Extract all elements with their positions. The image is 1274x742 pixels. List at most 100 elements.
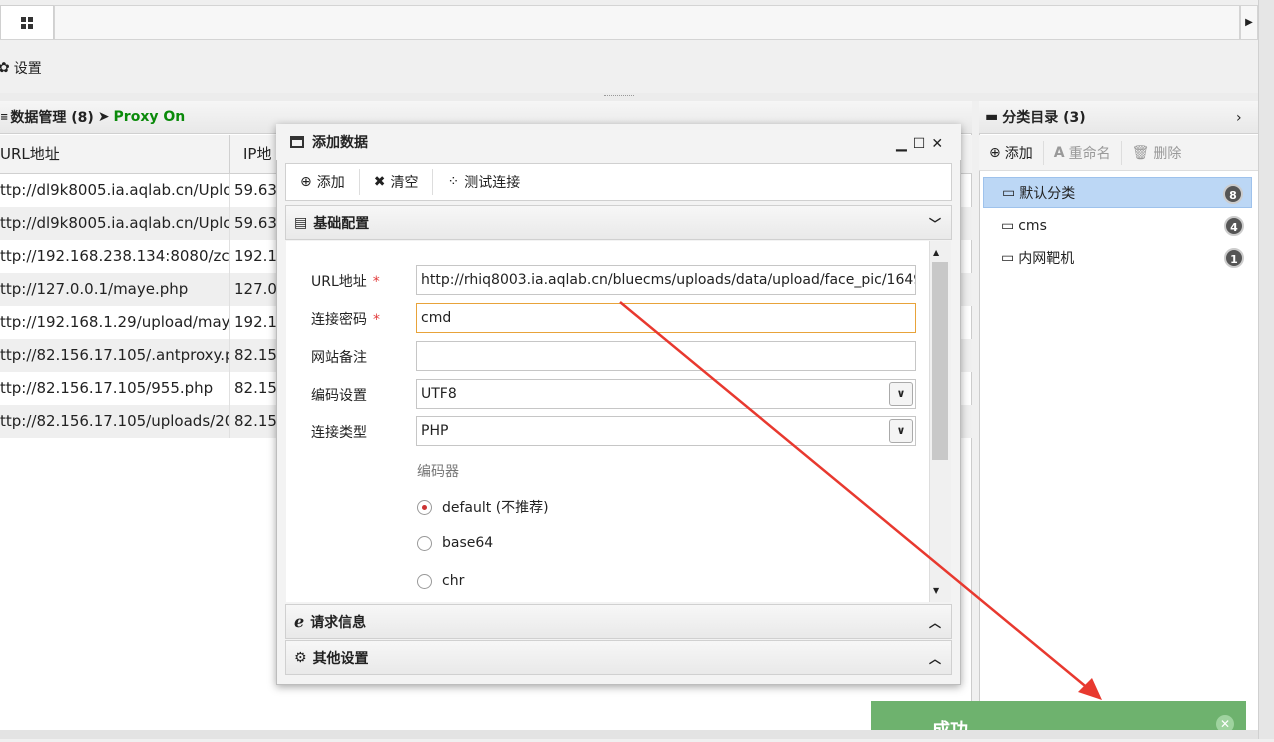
url-cell: ttp://192.168.238.134:8080/zcc. [0,240,230,273]
category-toolbar: ⊕ 添加 A 重命名 🗑 删除 [979,135,1258,171]
plus-circle-icon: ⊕ [989,144,1001,161]
document-icon: ▤ [294,214,308,231]
dialog-toolbar: ⊕ 添加 ✖ 清空 ⁘ 测试连接 [285,163,952,201]
settings-button[interactable]: ✿ 设置 [0,58,42,78]
column-header-url[interactable]: URL地址 [0,135,230,174]
window-icon [290,136,304,148]
close-icon[interactable]: ✕ [931,136,943,152]
password-label-text: 连接密码 [311,312,367,328]
url-cell: ttp://dl9k8005.ia.aqlab.cn/Uploa [0,174,230,207]
test-connection-label: 测试连接 [464,175,521,191]
minimize-icon[interactable]: ▁ [896,136,907,152]
caret-right-icon: ▶ [1245,17,1253,28]
category-rename-button[interactable]: A 重命名 [1044,140,1122,165]
dialog-controls: ▁ ☐ ✕ [896,136,943,152]
section-other-settings[interactable]: ⚙ 其他设置 ︿ [285,640,952,675]
test-connection-button[interactable]: ⁘ 测试连接 [433,169,534,195]
dialog-title: 添加数据 [312,135,368,151]
section-request-info[interactable]: ℯ 请求信息 ︿ [285,604,952,639]
edge-icon: ℯ [294,612,305,631]
type-value: PHP [421,423,449,439]
category-item-default[interactable]: ▭ 默认分类 8 [983,177,1252,208]
chevron-down-icon[interactable]: ∨ [889,382,913,406]
required-marker: * [372,274,380,290]
category-delete-label: 删除 [1153,145,1182,162]
encoding-value: UTF8 [421,386,457,402]
encoder-option-base64[interactable]: base64 [417,535,493,551]
scrollbar-thumb[interactable] [932,262,948,460]
note-label: 网站备注 [311,350,367,366]
window-edge [1258,0,1274,739]
url-cell: ttp://82.156.17.105/955.php [0,372,230,405]
radio-circle[interactable] [417,573,432,589]
note-input[interactable] [416,341,916,371]
encoder-option-default[interactable]: default (不推荐) [417,497,549,517]
password-label: 连接密码 * [311,309,380,329]
x-icon: ✖ [373,174,386,190]
url-cell: ttp://dl9k8005.ia.aqlab.cn/Uploa [0,207,230,240]
dialog-titlebar[interactable]: 添加数据 [276,124,961,160]
encoder-label: 编码器 [417,464,459,480]
category-panel-header: ▬ 分类目录 (3) [979,101,1258,134]
section-other-title: 其他设置 [312,650,369,667]
category-add-label: 添加 [1004,145,1033,162]
encoder-option-label: default (不推荐) [442,500,549,516]
chevron-down-icon: ﹀ [928,217,941,231]
category-add-button[interactable]: ⊕ 添加 [979,140,1044,165]
encoder-option-chr[interactable]: chr [417,573,464,589]
folder-open-icon: ▭ [1001,249,1015,266]
url-input[interactable]: http://rhiq8003.ia.aqlab.cn/bluecms/uplo… [416,265,916,295]
url-label-text: URL地址 [311,274,367,290]
count-badge: 8 [1223,184,1243,204]
clear-button-label: 清空 [390,175,419,191]
settings-label: 设置 [13,61,42,77]
password-input[interactable]: cmd [416,303,916,333]
category-item-intranet[interactable]: ▭ 内网靶机 1 [983,242,1252,273]
splitter-grip [604,95,634,97]
chevron-up-icon: ︿ [928,652,941,666]
url-label: URL地址 * [311,271,380,291]
settings-bar [0,40,1258,95]
encoding-select[interactable]: UTF8 ∨ [416,379,916,409]
section-request-title: 请求信息 [310,614,367,631]
category-rename-label: 重命名 [1068,145,1111,162]
add-button[interactable]: ⊕ 添加 [286,169,360,195]
clear-button[interactable]: ✖ 清空 [360,169,434,195]
section-basic-title: 基础配置 [313,215,370,232]
folder-open-icon: ▭ [1001,217,1015,234]
gears-icon: ⚙ [294,649,307,666]
spinner-icon: ⁘ [447,174,460,190]
encoder-option-label: base64 [442,535,494,551]
scroll-up-icon[interactable]: ▲ [933,248,939,257]
category-item-label: 内网靶机 [1018,250,1075,267]
grid-icon [21,16,33,29]
radio-circle[interactable] [417,535,432,551]
category-item-cms[interactable]: ▭ cms 4 [983,210,1252,241]
send-icon: ➤ [97,109,110,125]
tab-scroll-right-button[interactable]: ▶ [1240,5,1258,40]
list-icon: ≡ [0,111,9,123]
maximize-icon[interactable]: ☐ [913,136,926,152]
encoder-option-label: chr [442,573,465,589]
proxy-status[interactable]: Proxy On [114,109,186,125]
category-item-label: cms [1018,217,1047,234]
scroll-down-icon[interactable]: ▼ [933,586,939,595]
tab-area [54,5,1240,40]
count-badge: 1 [1224,248,1244,268]
chevron-right-icon[interactable]: › [1236,110,1242,126]
category-delete-button[interactable]: 🗑 删除 [1122,141,1192,165]
type-select[interactable]: PHP ∨ [416,416,916,446]
section-basic-config[interactable]: ▤ 基础配置 ﹀ [285,205,952,240]
font-icon: A [1053,144,1065,161]
url-cell: ttp://82.156.17.105/uploads/202 [0,405,230,438]
tab-home[interactable] [0,5,54,39]
plus-circle-icon: ⊕ [300,174,312,190]
radio-circle[interactable] [417,499,432,515]
url-cell: ttp://127.0.0.1/maye.php [0,273,230,306]
chevron-down-icon[interactable]: ∨ [889,419,913,443]
status-strip [0,730,1258,739]
folder-icon: ▬ [985,109,999,125]
chevron-up-icon: ︿ [928,616,941,630]
required-marker: * [373,312,380,328]
folder-open-icon: ▭ [1002,184,1016,201]
